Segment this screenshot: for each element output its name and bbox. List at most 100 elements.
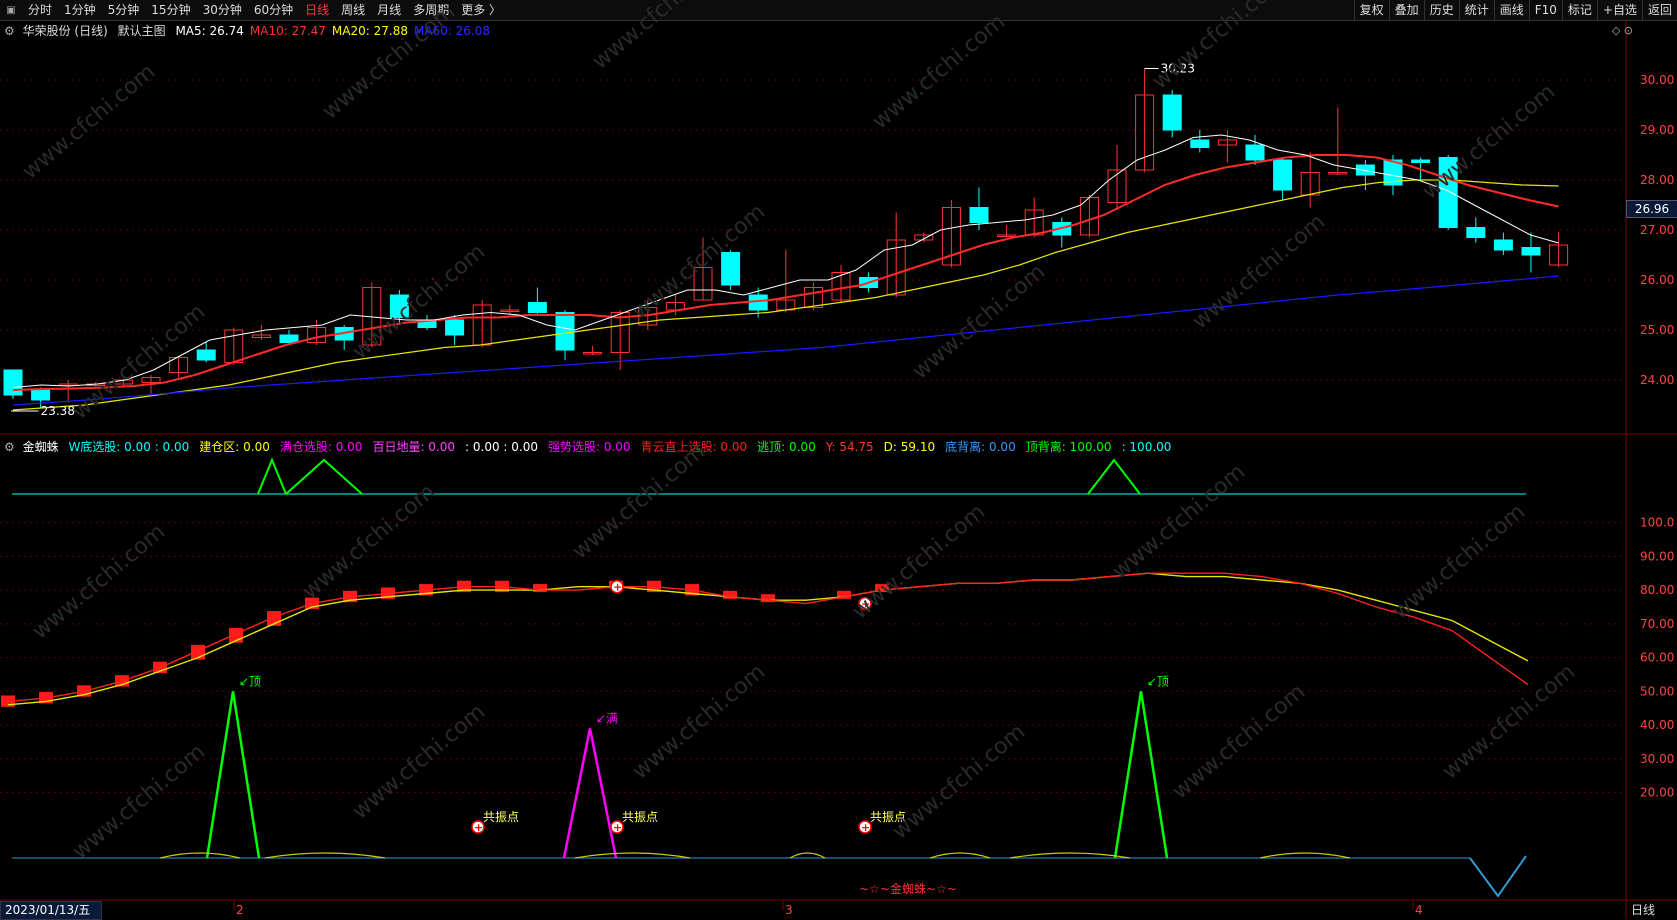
- watermark-text: www.cfchi.com: [1188, 209, 1330, 334]
- indicator-tick-label: 20.00: [1640, 786, 1674, 800]
- candle-body: [721, 252, 741, 286]
- candle-body: [1162, 94, 1182, 131]
- cursor-date: 2023/01/13/五: [0, 901, 102, 920]
- top-spike: [205, 691, 261, 859]
- watermark-text: www.cfchi.com: [348, 699, 490, 824]
- top-spike-label: ↙顶: [239, 674, 261, 688]
- month-label: 4: [1415, 903, 1423, 917]
- price-tick-label: 25.00: [1640, 323, 1674, 337]
- chart-corner-icons: ◇ ⊙: [1612, 24, 1633, 37]
- watermark-text: www.cfchi.com: [18, 59, 160, 184]
- indicator-footer: ~☆~金蜘蛛~☆~: [859, 881, 957, 896]
- indicator-value-10: 底背离: 0.00: [945, 440, 1016, 454]
- chart-settings-icon[interactable]: ⚙: [4, 24, 15, 38]
- main-chart-legend: ⚙ 华荣股份 (日线) 默认主图 MA5: 26.74 MA10: 27.47 MA…: [4, 22, 496, 39]
- exit-signal-peak: [1087, 458, 1141, 495]
- price-tick-label: 28.00: [1640, 173, 1674, 187]
- candle-body: [555, 312, 575, 351]
- candle-body: [31, 389, 51, 401]
- exit-signal-peak: [257, 457, 287, 495]
- watermark-text: www.cfchi.com: [28, 519, 170, 644]
- plus-icon: +: [613, 581, 622, 594]
- watermark-text: www.cfchi.com: [628, 659, 770, 784]
- theme-selector[interactable]: 默认主图: [118, 24, 166, 38]
- watermark-text: www.cfchi.com: [568, 439, 710, 564]
- candle-body: [1245, 144, 1265, 161]
- candle-body: [279, 334, 299, 343]
- period-label[interactable]: 日线: [1631, 901, 1655, 919]
- indicator-tick-label: 40.00: [1640, 718, 1674, 732]
- indicator-value-6: 青云直上选股: 0.00: [640, 440, 748, 454]
- indicator-tick-label: 80.00: [1640, 583, 1674, 597]
- watermark-text: www.cfchi.com: [298, 479, 440, 604]
- watermark-text: www.cfchi.com: [868, 9, 1010, 134]
- candle-body: [196, 349, 216, 361]
- candle-body: [969, 207, 989, 223]
- full-spike-label: ↙满: [596, 711, 618, 725]
- indicator-value-11: 顶背离: 100.00: [1025, 440, 1112, 454]
- top-spike-label: ↙顶: [1147, 674, 1169, 688]
- volume-trace: [574, 852, 691, 859]
- indicator-tick-label: 50.00: [1640, 684, 1674, 698]
- diamond-icon[interactable]: ◇: [1612, 24, 1620, 37]
- watermark-text: www.cfchi.com: [1388, 499, 1530, 624]
- watermark-text: www.cfchi.com: [888, 719, 1030, 844]
- watermark-text: www.cfchi.com: [848, 499, 990, 624]
- watermark-text: www.cfchi.com: [908, 259, 1050, 384]
- price-tick-label: 24.00: [1640, 373, 1674, 387]
- indicator-tick-label: 100.0: [1640, 516, 1674, 530]
- watermark-text: www.cfchi.com: [1438, 659, 1580, 784]
- plus-icon: +: [474, 821, 483, 834]
- volume-trace: [159, 852, 241, 859]
- top-spike: [1113, 691, 1169, 859]
- candle-body: [1521, 247, 1541, 256]
- resonance-point-label: 共振点: [483, 810, 519, 824]
- ma-value-3: MA60: 26.08: [413, 24, 491, 38]
- indicator-tick-label: 60.00: [1640, 651, 1674, 665]
- indicator-settings-icon[interactable]: ⚙: [4, 440, 15, 454]
- indicator-value-9: D: 59.10: [883, 440, 936, 454]
- volume-trace: [264, 852, 386, 859]
- indicator-value-2: 满仓选股: 0.00: [279, 440, 363, 454]
- plus-icon: +: [861, 821, 870, 834]
- bottom-divergence-v: [1469, 855, 1527, 898]
- watermark-text: www.cfchi.com: [68, 739, 210, 864]
- resonance-point-label: 共振点: [622, 810, 658, 824]
- candle-body: [1273, 159, 1293, 191]
- indicator-name[interactable]: 金蜘蛛: [23, 440, 59, 454]
- candle-body: [1493, 239, 1513, 251]
- stock-chart: 30.0029.0028.0027.0026.0025.0024.0030.23…: [0, 0, 1677, 919]
- volume-trace: [929, 852, 991, 859]
- ma-value-0: MA5: 26.74: [175, 24, 244, 38]
- price-tick-label: 30.00: [1640, 73, 1674, 87]
- volume-trace: [1259, 852, 1351, 859]
- stock-name: 华荣股份 (日线): [22, 24, 108, 38]
- full-spike: [562, 728, 618, 859]
- current-price-tag: 26.96: [1626, 200, 1677, 218]
- volume-trace: [1009, 852, 1131, 859]
- watermark-text: www.cfchi.com: [1168, 679, 1310, 804]
- indicator-tick-label: 70.00: [1640, 617, 1674, 631]
- indicator-values: W底选股: 0.00 : 0.00 建仓区: 0.00 满仓选股: 0.00 百日地量…: [68, 440, 1181, 454]
- candle-body: [527, 302, 547, 313]
- ma-value-1: MA10: 27.47: [249, 24, 326, 38]
- watermark-text: www.cfchi.com: [68, 299, 210, 424]
- month-label: 3: [785, 903, 793, 917]
- volume-trace: [789, 852, 826, 859]
- plus-icon: +: [613, 821, 622, 834]
- indicator-tick-label: 90.00: [1640, 549, 1674, 563]
- candle-body: [445, 319, 465, 336]
- price-tick-label: 27.00: [1640, 223, 1674, 237]
- watermark-text: www.cfchi.com: [318, 0, 460, 125]
- indicator-legend: ⚙ 金蜘蛛 W底选股: 0.00 : 0.00 建仓区: 0.00 满仓选股: 0.…: [4, 438, 1181, 455]
- watermark-text: www.cfchi.com: [588, 0, 730, 75]
- price-tick-label: 26.00: [1640, 273, 1674, 287]
- indicator-value-0: W底选股: 0.00 : 0.00: [68, 440, 190, 454]
- chart-option-icon[interactable]: ⊙: [1624, 24, 1633, 37]
- candle-body: [3, 369, 23, 396]
- indicator-value-12: : 100.00: [1121, 440, 1172, 454]
- indicator-bar: [533, 584, 547, 593]
- candle-body: [1411, 159, 1431, 163]
- indicator-value-4: : 0.00 : 0.00: [465, 440, 538, 454]
- ma-values: MA5: 26.74 MA10: 27.47 MA20: 27.88 MA60: 26…: [175, 24, 496, 38]
